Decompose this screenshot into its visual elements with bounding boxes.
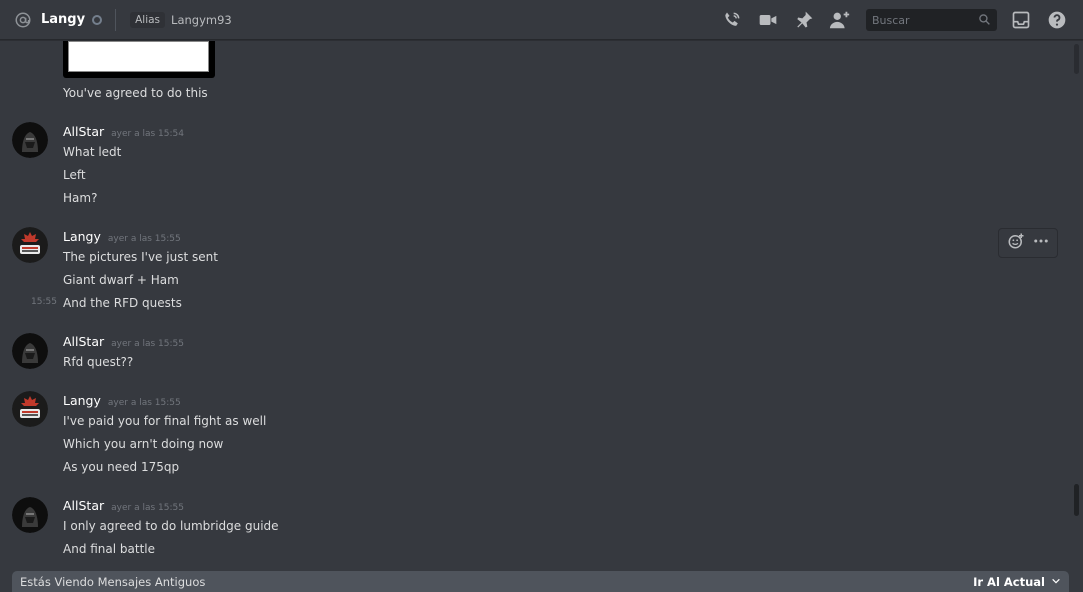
message-list[interactable]: You've agreed to do this AllStar ayer a … [0,41,1072,571]
message-text: Giant dwarf + Ham [63,273,179,287]
message-text: Ham? [63,191,98,205]
avatar-allstar[interactable] [12,122,48,158]
message-timestamp: ayer a las 15:55 [107,398,181,408]
search-box[interactable] [866,9,997,31]
jump-to-present-button[interactable]: Ir Al Actual [973,575,1061,589]
message-text: I've paid you for final fight as well [63,414,267,428]
search-input[interactable] [872,13,972,27]
more-options-icon[interactable] [1032,232,1050,254]
avatar-allstar[interactable] [12,497,48,533]
hover-timestamp: 15:55 [31,297,57,307]
inbox-icon[interactable] [1009,8,1033,32]
message-text: Which you arn't doing now [63,437,224,451]
image-attachment[interactable] [63,41,215,78]
message-text: As you need 175qp [63,460,180,474]
message-actions [998,228,1058,258]
avatar-langy[interactable] [12,391,48,427]
alias-tag: Alias [130,11,166,28]
message-text: Rfd quest?? [63,355,134,369]
message-text: What ledt [63,145,122,159]
message-author[interactable]: AllStar [63,124,104,139]
message-timestamp: ayer a las 15:55 [107,234,181,244]
avatar-allstar[interactable] [12,333,48,369]
scrollbar-thumb[interactable] [1074,484,1079,516]
message-author[interactable]: Langy [63,229,101,244]
alias-value: Langym93 [171,12,232,27]
message-timestamp: ayer a las 15:55 [111,503,184,513]
channel-header: Langy Alias Langym93 [0,0,1083,40]
add-friend-icon[interactable] [828,8,852,32]
scrollbar-track [1074,44,1079,74]
message-text: And final battle [63,542,156,556]
message-author[interactable]: Langy [63,393,101,408]
pin-icon[interactable] [792,8,816,32]
divider [115,8,117,31]
at-icon [13,10,33,30]
search-icon [978,11,991,30]
help-icon[interactable] [1045,8,1069,32]
jump-label: Ir Al Actual [973,574,1045,589]
call-icon[interactable] [720,8,744,32]
image-content [68,41,209,72]
message-text: Left [63,168,86,182]
message-timestamp: ayer a las 15:55 [111,339,184,349]
video-icon[interactable] [756,8,780,32]
old-messages-banner: Estás Viendo Mensajes Antiguos Ir Al Act… [12,571,1069,592]
chevron-down-icon [1051,575,1061,589]
avatar-langy[interactable] [12,227,48,263]
message-text: I only agreed to do lumbridge guide [63,519,279,533]
message-text: The pictures I've just sent [63,250,218,264]
message-text: And the RFD quests [63,296,182,310]
offline-status-icon [92,14,103,25]
message-author[interactable]: AllStar [63,498,104,513]
banner-text: Estás Viendo Mensajes Antiguos [20,574,206,589]
message-author[interactable]: AllStar [63,334,104,349]
message-timestamp: ayer a las 15:54 [111,129,184,139]
message-text: You've agreed to do this [63,86,208,100]
channel-name: Langy [41,12,86,27]
add-reaction-icon[interactable] [1007,232,1025,254]
